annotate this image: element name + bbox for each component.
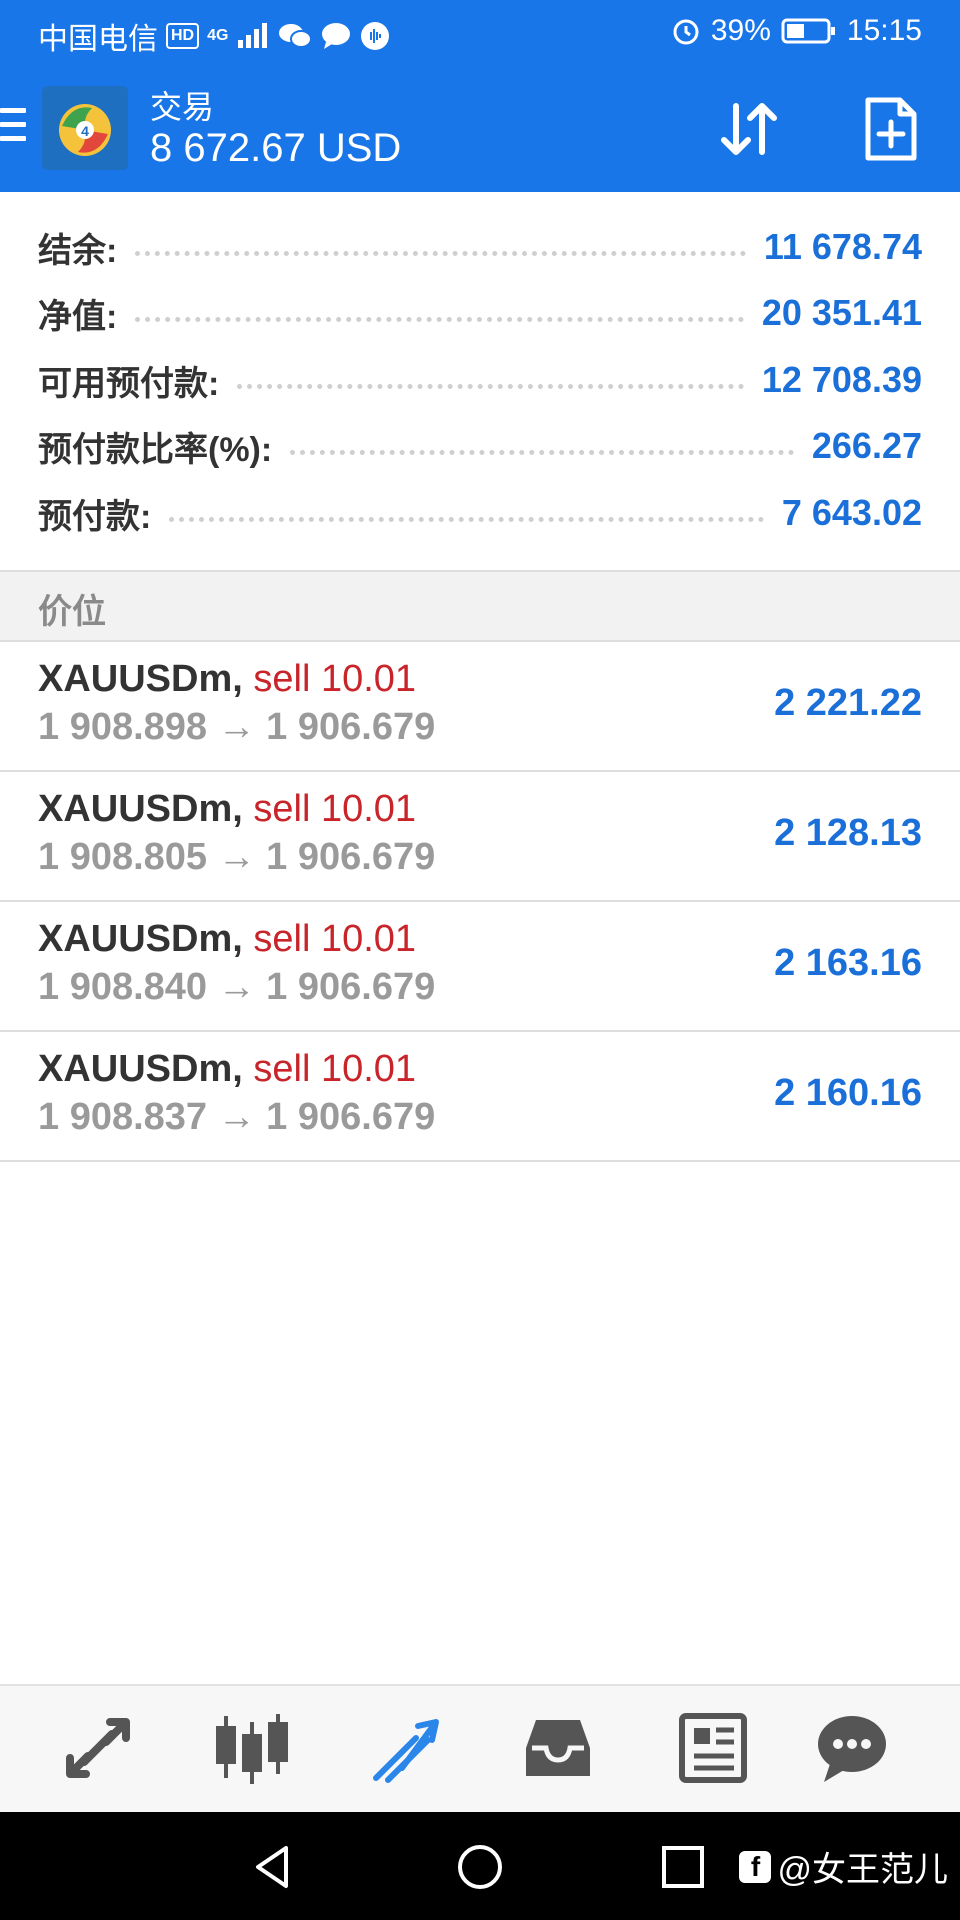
- summary-label: 可用预付款:: [38, 364, 220, 403]
- position-title: XAUUSDm, sell 10.01: [38, 918, 416, 961]
- status-left: 中国电信 HD 4G: [38, 14, 390, 58]
- dotted-leader: [290, 449, 794, 455]
- audio-icon: [361, 22, 390, 50]
- summary-label: 预付款比率(%):: [38, 430, 273, 469]
- position-prices: 1 908.805 → 1 906.679: [38, 836, 436, 878]
- position-prices: 1 908.898 → 1 906.679: [38, 706, 436, 748]
- clock: 15:15: [846, 14, 922, 47]
- chart-icon[interactable]: [212, 1708, 292, 1788]
- summary-value: 11 678.74: [763, 226, 922, 267]
- position-type: sell 10.01: [253, 1048, 417, 1090]
- hd-icon: HD: [166, 23, 200, 49]
- app-header: 4 交易 8 672.67 USD: [0, 64, 960, 192]
- signal-icon: [238, 23, 268, 48]
- position-profit: 2 160.16: [774, 1072, 922, 1114]
- watermark-text: @女王范儿: [777, 1851, 948, 1889]
- position-symbol: XAUUSDm,: [38, 788, 243, 830]
- summary-label: 净值:: [38, 297, 118, 336]
- summary-row-margin-level: 预付款比率(%): 266.27: [38, 413, 922, 479]
- status-right: 39% 15:15: [671, 14, 922, 48]
- summary-value: 266.27: [811, 425, 922, 466]
- carrier-label: 中国电信: [38, 23, 158, 56]
- summary-value: 20 351.41: [761, 292, 922, 333]
- dotted-leader: [135, 250, 746, 256]
- quotes-icon[interactable]: [58, 1708, 138, 1788]
- summary-row-margin: 预付款: 7 643.02: [38, 480, 922, 546]
- back-icon[interactable]: [248, 1842, 298, 1892]
- alarm-icon: [673, 19, 699, 45]
- positions-section-header: 价位: [0, 570, 960, 642]
- battery-icon: [781, 18, 835, 44]
- position-symbol: XAUUSDm,: [38, 1048, 243, 1090]
- position-row[interactable]: XAUUSDm, sell 10.01 1 908.840 → 1 906.67…: [0, 900, 960, 1032]
- summary-value: 12 708.39: [761, 359, 922, 400]
- position-title: XAUUSDm, sell 10.01: [38, 788, 416, 831]
- position-row[interactable]: XAUUSDm, sell 10.01 1 908.898 → 1 906.67…: [0, 640, 960, 772]
- position-type: sell 10.01: [253, 788, 417, 830]
- position-title: XAUUSDm, sell 10.01: [38, 1048, 416, 1091]
- app-logo: 4: [42, 86, 128, 170]
- home-icon[interactable]: [455, 1842, 505, 1892]
- position-type: sell 10.01: [253, 918, 417, 960]
- header-balance: 8 672.67 USD: [150, 126, 402, 170]
- chat-icon[interactable]: [812, 1708, 892, 1788]
- position-profit: 2 163.16: [774, 942, 922, 984]
- svg-text:4: 4: [81, 123, 89, 139]
- position-prices: 1 908.837 → 1 906.679: [38, 1096, 436, 1138]
- summary-row-free-margin: 可用预付款: 12 708.39: [38, 347, 922, 413]
- menu-icon[interactable]: [0, 108, 26, 148]
- sort-icon[interactable]: [714, 94, 784, 164]
- weibo-logo-icon: f: [739, 1850, 772, 1883]
- summary-label: 结余:: [38, 231, 118, 270]
- summary-label: 预付款:: [38, 497, 152, 536]
- position-prices: 1 908.840 → 1 906.679: [38, 966, 436, 1008]
- wechat-icon: [279, 24, 313, 48]
- dotted-leader: [237, 383, 744, 389]
- summary-row-balance: 结余: 11 678.74: [38, 214, 922, 280]
- new-order-icon[interactable]: [856, 94, 926, 164]
- position-symbol: XAUUSDm,: [38, 918, 243, 960]
- trade-icon[interactable]: [366, 1708, 446, 1788]
- battery-percent: 39%: [710, 14, 771, 47]
- bottom-tab-bar: [0, 1684, 960, 1814]
- summary-row-equity: 净值: 20 351.41: [38, 280, 922, 346]
- news-icon[interactable]: [672, 1708, 752, 1788]
- dotted-leader: [169, 516, 764, 522]
- position-type: sell 10.01: [253, 658, 417, 700]
- system-nav-bar: f @女王范儿: [0, 1812, 960, 1920]
- position-row[interactable]: XAUUSDm, sell 10.01 1 908.805 → 1 906.67…: [0, 770, 960, 902]
- watermark: f @女王范儿: [739, 1842, 948, 1891]
- summary-value: 7 643.02: [781, 492, 922, 533]
- status-bar: 中国电信 HD 4G 39% 15:15: [0, 0, 960, 64]
- dotted-leader: [135, 316, 744, 322]
- position-profit: 2 221.22: [774, 682, 922, 724]
- position-profit: 2 128.13: [774, 812, 922, 854]
- position-title: XAUUSDm, sell 10.01: [38, 658, 416, 701]
- history-icon[interactable]: [518, 1708, 598, 1788]
- position-symbol: XAUUSDm,: [38, 658, 243, 700]
- network-label: 4G: [207, 27, 229, 44]
- section-title: 价位: [38, 593, 106, 631]
- page-title: 交易: [150, 89, 215, 125]
- message-icon: [322, 23, 351, 49]
- position-row[interactable]: XAUUSDm, sell 10.01 1 908.837 → 1 906.67…: [0, 1030, 960, 1162]
- recents-icon[interactable]: [658, 1842, 708, 1892]
- account-summary: 结余: 11 678.74 净值: 20 351.41 可用预付款: 12 70…: [0, 192, 960, 570]
